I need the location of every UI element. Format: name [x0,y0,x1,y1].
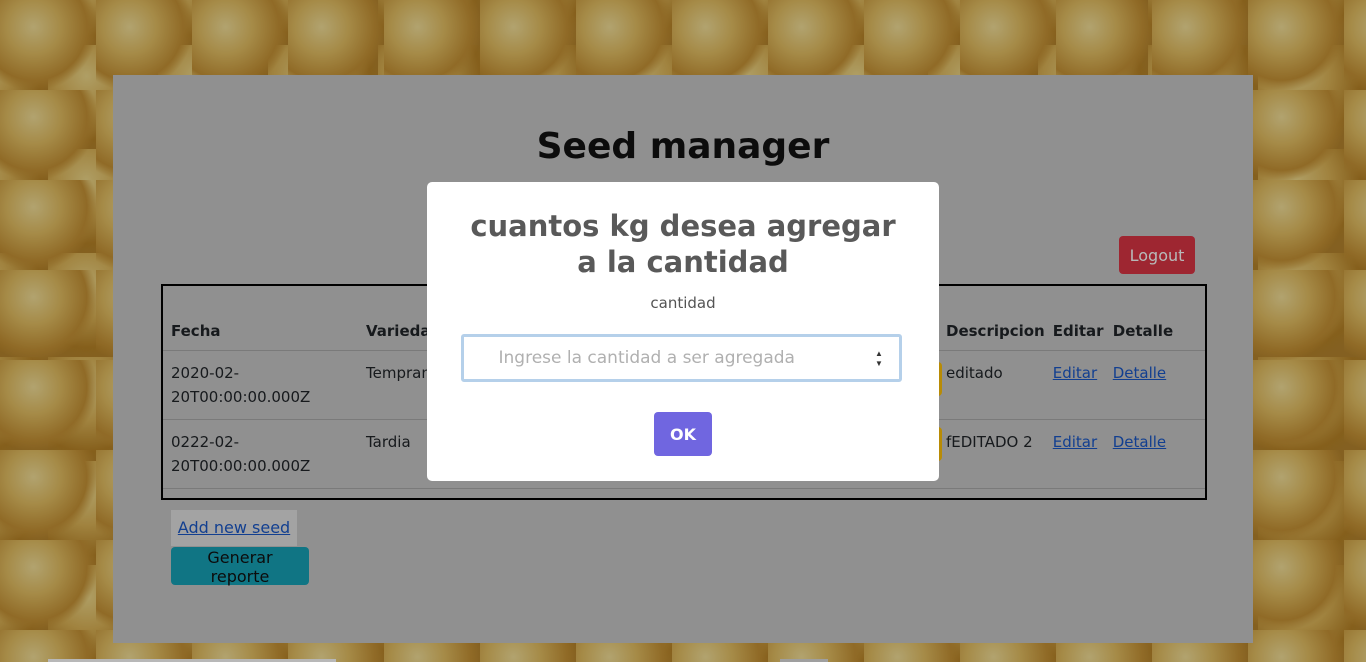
dialog-title: cuantos kg desea agregar a la cantidad [470,209,896,279]
quantity-input-wrapper: ▲▼ [461,334,902,382]
number-stepper-icon[interactable]: ▲ ▼ [873,349,885,369]
quantity-input[interactable] [484,337,879,379]
dialog-label: cantidad [650,294,716,312]
ok-button[interactable]: OK [654,412,712,456]
quantity-dialog: cuantos kg desea agregar a la cantidad c… [427,182,939,481]
